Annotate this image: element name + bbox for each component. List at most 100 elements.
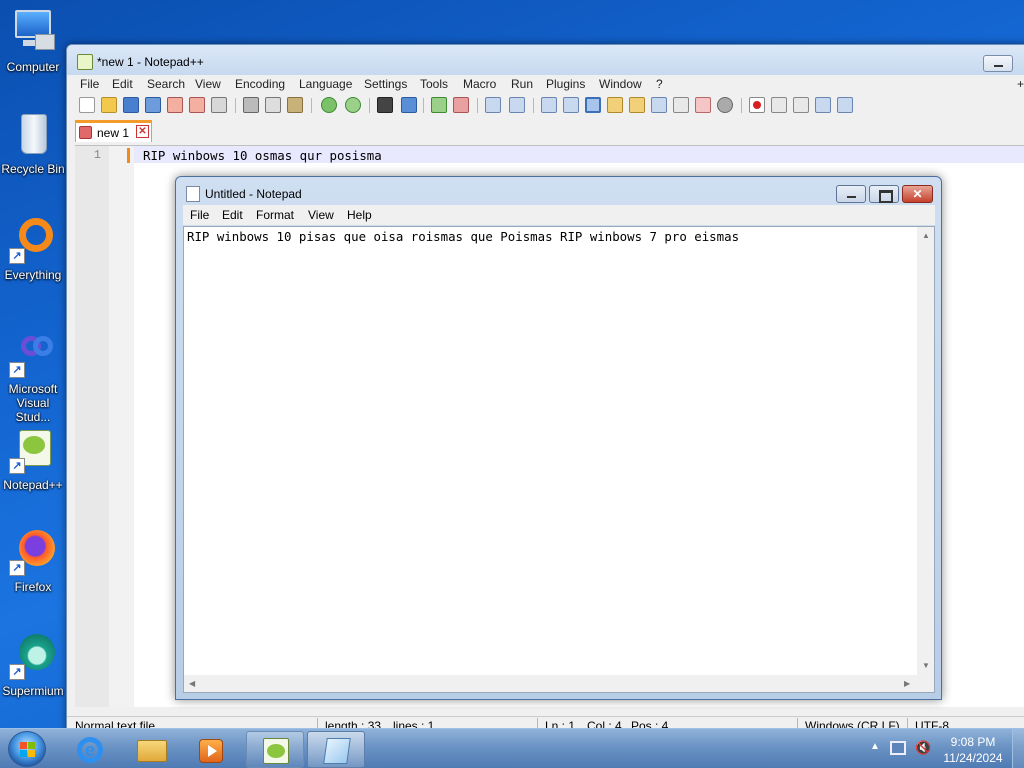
- menu-plugins[interactable]: Plugins: [546, 77, 585, 91]
- zoom-in-icon[interactable]: [431, 97, 447, 113]
- undo-icon[interactable]: [321, 97, 337, 113]
- zoom-out-icon[interactable]: [453, 97, 469, 113]
- desktop-icon-notepadpp[interactable]: ↗ Notepad++: [0, 426, 66, 492]
- redo-icon[interactable]: [345, 97, 361, 113]
- shortcut-arrow-icon: ↗: [9, 458, 25, 474]
- menu-view[interactable]: View: [195, 77, 221, 91]
- menu-file[interactable]: File: [80, 77, 99, 91]
- cut-icon[interactable]: [243, 97, 259, 113]
- menu-edit[interactable]: Edit: [112, 77, 133, 91]
- tab-new-1[interactable]: new 1 ✕: [75, 120, 152, 142]
- fold-margin: [109, 146, 134, 707]
- close-all-icon[interactable]: [189, 97, 205, 113]
- function-list-icon[interactable]: [673, 97, 689, 113]
- firefox-icon: ↗: [9, 528, 57, 576]
- system-clock[interactable]: 9:08 PM 11/24/2024: [940, 734, 1006, 766]
- desktop-icon-label: Firefox: [14, 580, 52, 594]
- menu-tools[interactable]: Tools: [420, 77, 448, 91]
- doc-map-icon[interactable]: [629, 97, 645, 113]
- print-icon[interactable]: [211, 97, 227, 113]
- desktop-icon-recycle-bin[interactable]: Recycle Bin: [0, 110, 66, 176]
- desktop-icon-everything[interactable]: ↗ Everything: [0, 216, 66, 282]
- monitoring-icon[interactable]: [717, 97, 733, 113]
- desktop-icon-visual-studio[interactable]: ↗ Microsoft Visual Stud...: [0, 330, 66, 424]
- paste-icon[interactable]: [287, 97, 303, 113]
- clock-time: 9:08 PM: [950, 735, 996, 749]
- scroll-left-icon[interactable]: ◀: [189, 679, 195, 688]
- save-icon[interactable]: [123, 97, 139, 113]
- tab-close-button[interactable]: ✕: [136, 125, 149, 138]
- editor-line-text: RIP winbows 10 osmas qur posisma: [143, 148, 382, 163]
- horizontal-scrollbar[interactable]: ◀ ▶: [184, 675, 917, 692]
- show-hidden-icons-icon[interactable]: ▲: [870, 741, 880, 752]
- scroll-down-icon[interactable]: ▼: [922, 661, 930, 670]
- scrollbar-corner: [917, 675, 934, 692]
- notepad-text-area[interactable]: RIP winbows 10 pisas que oisa roismas qu…: [183, 226, 935, 693]
- internet-explorer-icon[interactable]: e: [60, 731, 118, 768]
- desktop-icon-label: Notepad++: [3, 478, 63, 492]
- show-all-chars-icon[interactable]: [563, 97, 579, 113]
- network-icon[interactable]: [890, 741, 906, 755]
- close-file-icon[interactable]: [167, 97, 183, 113]
- menu-run[interactable]: Run: [511, 77, 533, 91]
- menu-window[interactable]: Window: [599, 77, 642, 91]
- notepadpp-menubar: File Edit Search View Encoding Language …: [67, 75, 1024, 95]
- notepad-menu-help[interactable]: Help: [347, 208, 372, 222]
- folder-workspace-icon[interactable]: [695, 97, 711, 113]
- save-all-icon[interactable]: [145, 97, 161, 113]
- notepadpp-taskbar-icon[interactable]: [246, 731, 304, 768]
- run-macro-multiple-icon[interactable]: [815, 97, 831, 113]
- stop-macro-icon[interactable]: [771, 97, 787, 113]
- notepad-text: RIP winbows 10 pisas que oisa roismas qu…: [187, 229, 740, 244]
- word-wrap-icon[interactable]: [541, 97, 557, 113]
- file-explorer-icon[interactable]: [122, 731, 180, 768]
- notepad-app-icon: [186, 186, 200, 202]
- menu-help[interactable]: ?: [656, 77, 663, 91]
- notepadpp-titlebar[interactable]: *new 1 - Notepad++: [67, 45, 1024, 77]
- menu-settings[interactable]: Settings: [364, 77, 407, 91]
- volume-muted-icon[interactable]: 🔇: [915, 740, 933, 756]
- vertical-scrollbar[interactable]: ▲ ▼: [917, 227, 934, 675]
- shortcut-arrow-icon: ↗: [9, 664, 25, 680]
- menu-plus[interactable]: +: [1017, 77, 1024, 91]
- notepad-close-button[interactable]: ✕: [902, 185, 933, 203]
- open-file-icon[interactable]: [101, 97, 117, 113]
- doc-list-icon[interactable]: [651, 97, 667, 113]
- menu-encoding[interactable]: Encoding: [235, 77, 285, 91]
- copy-icon[interactable]: [265, 97, 281, 113]
- desktop-icon-supermium[interactable]: ↗ Supermium: [0, 632, 66, 698]
- clock-date: 11/24/2024: [943, 751, 1003, 765]
- scroll-up-icon[interactable]: ▲: [922, 231, 930, 240]
- replace-icon[interactable]: [401, 97, 417, 113]
- notepad-window[interactable]: Untitled - Notepad ✕ File Edit Format Vi…: [175, 176, 942, 700]
- media-player-icon[interactable]: [182, 731, 240, 768]
- new-file-icon[interactable]: [79, 97, 95, 113]
- shortcut-arrow-icon: ↗: [9, 248, 25, 264]
- find-icon[interactable]: [377, 97, 393, 113]
- user-language-icon[interactable]: [607, 97, 623, 113]
- record-macro-icon[interactable]: [749, 97, 765, 113]
- menu-language[interactable]: Language: [299, 77, 352, 91]
- sync-vertical-icon[interactable]: [485, 97, 501, 113]
- menu-macro[interactable]: Macro: [463, 77, 496, 91]
- sync-horizontal-icon[interactable]: [509, 97, 525, 113]
- start-orb-icon[interactable]: [8, 731, 46, 767]
- scroll-right-icon[interactable]: ▶: [904, 679, 910, 688]
- minimize-button[interactable]: [983, 55, 1013, 72]
- notepad-menu-format[interactable]: Format: [256, 208, 294, 222]
- desktop-icon-computer[interactable]: Computer: [0, 8, 66, 74]
- notepad-minimize-button[interactable]: [836, 185, 866, 203]
- notepad-taskbar-icon[interactable]: [307, 731, 365, 768]
- notepadpp-icon: ↗: [9, 426, 57, 474]
- notepad-menu-file[interactable]: File: [190, 208, 209, 222]
- save-macro-icon[interactable]: [837, 97, 853, 113]
- desktop-icon-label: Everything: [4, 268, 62, 282]
- desktop-icon-firefox[interactable]: ↗ Firefox: [0, 528, 66, 594]
- notepad-menu-edit[interactable]: Edit: [222, 208, 243, 222]
- menu-search[interactable]: Search: [147, 77, 185, 91]
- indent-guide-icon[interactable]: [585, 97, 601, 113]
- notepad-maximize-button[interactable]: [869, 185, 899, 203]
- notepad-menu-view[interactable]: View: [308, 208, 334, 222]
- play-macro-icon[interactable]: [793, 97, 809, 113]
- show-desktop-button[interactable]: [1012, 729, 1024, 768]
